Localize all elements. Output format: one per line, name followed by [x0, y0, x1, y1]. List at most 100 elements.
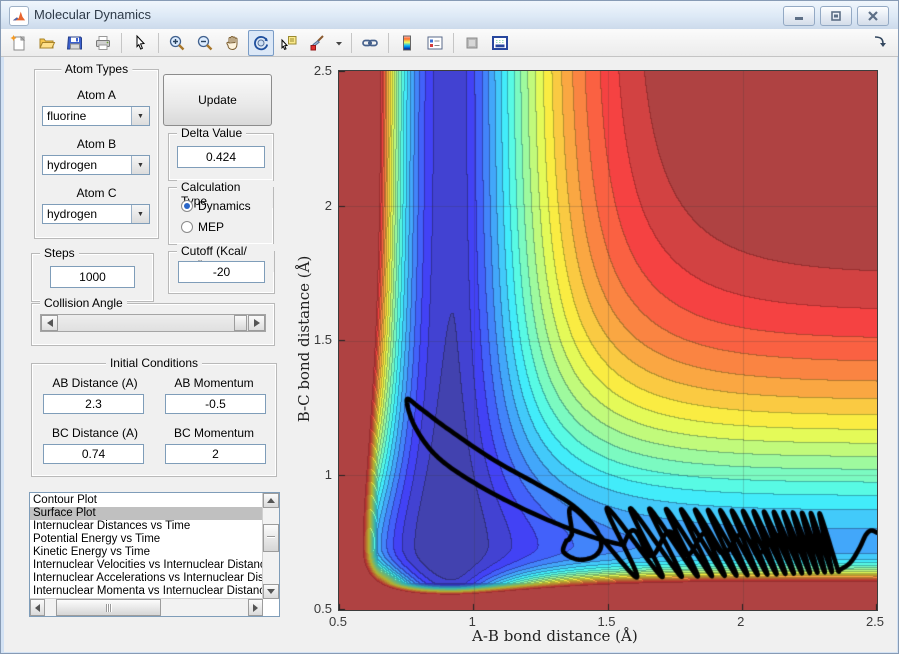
ab-momentum-field[interactable]: -0.5: [165, 394, 266, 414]
dynamics-radio-label: Dynamics: [198, 199, 251, 213]
radio-icon[interactable]: [181, 200, 193, 212]
close-button[interactable]: [857, 6, 889, 26]
data-cursor-button[interactable]: [276, 30, 302, 56]
print-figure-button[interactable]: [90, 30, 116, 56]
rotate-3d-icon: [252, 34, 270, 52]
slider-right-arrow-icon[interactable]: [248, 315, 265, 331]
hide-plot-tools-button[interactable]: [459, 30, 485, 56]
update-button[interactable]: Update: [163, 74, 272, 126]
steps-field[interactable]: 1000: [50, 266, 135, 288]
pes-plot-area[interactable]: [338, 70, 878, 611]
chevron-down-icon[interactable]: ▼: [131, 156, 149, 174]
hide-plot-tools-icon: [463, 34, 481, 52]
show-plot-tools-button[interactable]: [487, 30, 513, 56]
list-item[interactable]: Internuclear Accelerations vs Internucle…: [30, 572, 263, 585]
scroll-right-icon[interactable]: [248, 599, 263, 616]
figure-canvas: Atom Types Atom A fluorine ▼ Atom B hydr…: [4, 57, 897, 652]
scroll-up-icon[interactable]: [263, 493, 279, 508]
list-item[interactable]: Surface Plot: [30, 507, 263, 520]
mep-radio-label: MEP: [198, 220, 225, 234]
list-item[interactable]: Contour Plot: [30, 494, 263, 507]
new-figure-button[interactable]: [6, 30, 32, 56]
initial-conditions-title: Initial Conditions: [105, 356, 203, 370]
zoom-in-button[interactable]: [164, 30, 190, 56]
x-axis-label: A-B bond distance (Å): [472, 627, 638, 645]
atom-types-panel: Atom Types Atom A fluorine ▼ Atom B hydr…: [34, 62, 159, 239]
bc-distance-label: BC Distance (A): [51, 426, 139, 440]
list-item[interactable]: Internuclear Momenta vs Internuclear Dis…: [30, 585, 263, 598]
dynamics-radio[interactable]: Dynamics: [181, 199, 251, 213]
pan-hand-button[interactable]: [220, 30, 246, 56]
pes-contour-plot[interactable]: [339, 71, 877, 610]
scroll-down-icon[interactable]: [263, 584, 279, 599]
list-item[interactable]: Internuclear Velocities vs Internuclear …: [30, 559, 263, 572]
figure-toolbar: [1, 29, 898, 57]
maximize-button[interactable]: [820, 6, 852, 26]
app-window: Molecular Dynamics Atom Types Atom A flu…: [0, 0, 899, 654]
brush-icon: [308, 34, 326, 52]
insert-legend-button[interactable]: [422, 30, 448, 56]
brush-button[interactable]: [304, 30, 330, 56]
link-plot-button[interactable]: [357, 30, 383, 56]
slider-left-arrow-icon[interactable]: [41, 315, 58, 331]
rotate-3d-button[interactable]: [248, 29, 274, 56]
plot-type-listbox[interactable]: Contour Plot Surface Plot Internuclear Dis…: [29, 492, 280, 617]
collision-angle-title: Collision Angle: [40, 296, 127, 310]
radio-icon[interactable]: [181, 221, 193, 233]
ab-distance-field[interactable]: 2.3: [43, 394, 144, 414]
y-tick-label: 2.5: [313, 63, 332, 78]
toolbar-separator: [158, 32, 159, 53]
brush-dropdown-icon: [334, 34, 344, 52]
zoom-out-icon: [196, 34, 214, 52]
insert-colorbar-button[interactable]: [394, 30, 420, 56]
atom-c-label: Atom C: [76, 186, 117, 200]
x-tick-label: 2: [737, 614, 745, 629]
toolbar-separator: [121, 32, 122, 53]
zoom-out-button[interactable]: [192, 30, 218, 56]
atom-c-value: hydrogen: [47, 207, 98, 221]
scroll-left-icon[interactable]: [30, 599, 45, 616]
link-plot-icon: [361, 34, 379, 52]
listbox-vertical-scrollbar[interactable]: [262, 493, 279, 599]
atom-c-select[interactable]: hydrogen ▼: [42, 204, 150, 224]
insert-colorbar-icon: [398, 34, 416, 52]
save-figure-button[interactable]: [62, 30, 88, 56]
y-tick-label: 0.5: [313, 601, 332, 616]
cutoff-field[interactable]: -20: [178, 261, 265, 283]
y-axis-label: B-C bond distance (Å): [295, 255, 313, 423]
title-bar[interactable]: Molecular Dynamics: [1, 1, 898, 30]
list-item[interactable]: Potential Energy vs Time: [30, 533, 263, 546]
show-plot-tools-icon: [491, 34, 509, 52]
scroll-thumb[interactable]: [56, 599, 161, 616]
brush-dropdown-button[interactable]: [332, 30, 346, 56]
bc-momentum-field[interactable]: 2: [165, 444, 266, 464]
toolbar-separator: [351, 32, 352, 53]
save-figure-icon: [66, 34, 84, 52]
collision-angle-slider[interactable]: [40, 314, 266, 332]
list-item[interactable]: Kinetic Energy vs Time: [30, 546, 263, 559]
pointer-button[interactable]: [127, 30, 153, 56]
scroll-thumb[interactable]: [263, 524, 279, 552]
atom-b-value: hydrogen: [47, 158, 98, 172]
dock-figure-icon[interactable]: [872, 33, 890, 51]
delta-value-field[interactable]: 0.424: [177, 146, 265, 168]
listbox-horizontal-scrollbar[interactable]: [30, 598, 263, 616]
delta-value-panel: Delta Value 0.424: [168, 126, 274, 181]
toolbar-separator: [453, 32, 454, 53]
ab-momentum-label: AB Momentum: [174, 376, 254, 390]
atom-a-select[interactable]: fluorine ▼: [42, 106, 150, 126]
open-file-button[interactable]: [34, 30, 60, 56]
slider-thumb[interactable]: [234, 315, 247, 331]
data-cursor-icon: [280, 34, 298, 52]
list-item[interactable]: Internuclear Distances vs Time: [30, 520, 263, 533]
calculation-type-panel: Calculation Type Dynamics MEP: [168, 180, 274, 245]
x-tick-label: 2.5: [865, 614, 885, 629]
chevron-down-icon[interactable]: ▼: [131, 205, 149, 223]
y-tick-label: 1: [324, 466, 332, 482]
mep-radio[interactable]: MEP: [181, 220, 224, 234]
atom-b-select[interactable]: hydrogen ▼: [42, 155, 150, 175]
minimize-button[interactable]: [783, 6, 815, 26]
bc-distance-field[interactable]: 0.74: [43, 444, 144, 464]
cutoff-panel: Cutoff (Kcal/ mol) -20: [168, 244, 275, 294]
chevron-down-icon[interactable]: ▼: [131, 107, 149, 125]
